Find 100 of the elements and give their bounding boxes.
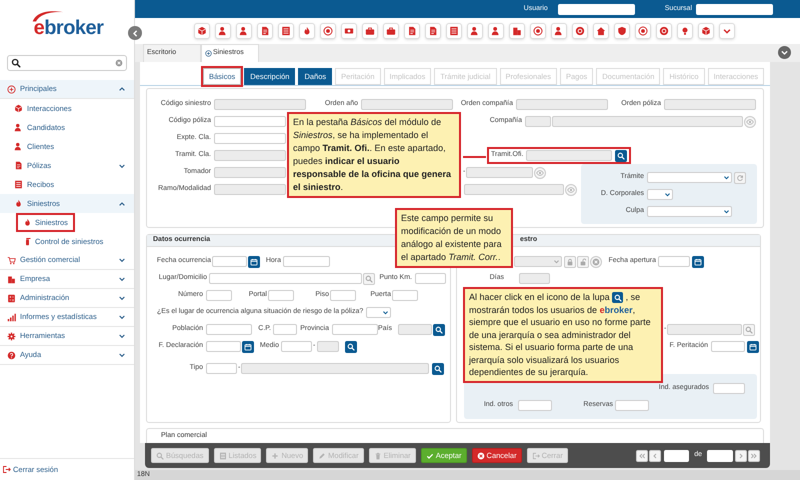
module-button[interactable] [719,23,735,39]
module-button[interactable] [593,23,609,39]
module-button[interactable] [404,23,420,39]
search-button[interactable] [433,324,445,336]
input-field[interactable] [268,290,294,301]
module-button[interactable] [467,23,483,39]
check-icon [426,452,434,460]
search-button[interactable] [615,150,628,162]
logout-icon [2,465,11,474]
calendar-button[interactable] [692,256,704,268]
input-field[interactable] [711,341,745,352]
module-button[interactable] [635,23,651,39]
module-button[interactable] [215,23,231,39]
module-button[interactable] [488,23,504,39]
chevron-down-icon [780,48,789,57]
module-button[interactable] [677,23,693,39]
input-field[interactable] [664,450,690,462]
module-button[interactable] [530,23,546,39]
chevron-down-icon [118,275,126,283]
input-field[interactable] [713,383,745,394]
module-button[interactable] [341,23,357,39]
readonly-field [214,184,286,195]
module-button[interactable] [698,23,714,39]
input-field[interactable] [206,290,232,301]
last-page-button[interactable] [748,450,760,462]
coin-icon [659,26,669,36]
input-field[interactable] [658,256,690,267]
readonly-field [398,324,432,335]
search-icon [156,452,164,460]
target-icon [323,26,333,36]
input-field[interactable] [558,4,635,14]
chevron-down-icon [553,258,560,265]
calendar-icon [749,342,757,350]
select-field[interactable] [647,189,673,200]
extinguisher-icon [23,237,32,246]
input-field[interactable] [212,256,247,267]
first-page-button[interactable] [636,450,648,462]
input-field[interactable] [206,341,241,352]
calendar-button[interactable] [747,340,759,352]
input-field[interactable] [206,324,252,335]
module-button[interactable] [446,23,462,39]
module-button[interactable] [320,23,336,39]
select-field[interactable] [647,206,732,217]
input-field[interactable] [206,363,237,374]
list-icon [14,180,23,189]
input-field[interactable] [707,450,733,462]
module-button[interactable] [278,23,294,39]
module-button[interactable] [572,23,588,39]
chevron-down-icon [382,309,390,316]
input-field[interactable] [273,324,297,335]
module-button[interactable] [383,23,399,39]
banknote-icon [344,26,354,36]
input-field[interactable] [615,400,649,411]
cancel-icon [476,452,485,460]
next-button[interactable] [735,450,747,462]
module-button[interactable] [509,23,525,39]
input-field[interactable] [330,290,356,301]
search-button[interactable] [432,362,444,374]
calendar-button[interactable] [248,256,260,268]
module-button[interactable] [425,23,441,39]
search-icon [612,292,624,304]
search-button[interactable] [345,340,358,352]
document-icon [428,26,438,36]
search-icon [617,152,626,160]
select-field[interactable] [366,307,392,318]
chevron-down-icon [118,294,126,302]
input-field[interactable] [281,341,312,352]
select-field[interactable] [514,256,562,267]
input-field[interactable] [518,400,552,411]
calendar-button[interactable] [242,340,254,352]
previous-button[interactable] [649,450,662,462]
flame-icon [302,26,312,36]
module-button[interactable] [299,23,315,39]
module-button[interactable] [362,23,378,39]
bar-chart-icon [7,312,16,322]
input-field[interactable] [415,273,446,284]
input-field[interactable] [214,133,286,144]
module-button[interactable] [194,23,210,39]
input-field[interactable] [214,116,286,127]
input-field[interactable] [332,324,378,335]
person-icon [14,123,23,132]
search-icon [11,58,21,68]
module-button[interactable] [614,23,630,39]
module-button[interactable] [257,23,273,39]
lock-icon [566,258,574,266]
person-icon [239,26,249,36]
briefcase-icon [365,26,375,36]
cube-icon [14,104,23,113]
input-field[interactable] [209,273,362,284]
module-button[interactable] [236,23,252,39]
search-icon [745,326,754,334]
input-field[interactable] [392,290,418,301]
callout-text: En la pestaña Básicos del módulo de Siniestros, se ha implementado el campo Tramit. Ofi.. En este apartado, puedes indicar el usuario responsable de la oficina que genera el siniestro. [293,116,452,194]
input-field[interactable] [696,4,773,14]
search-field[interactable] [7,55,127,71]
module-button[interactable] [551,23,567,39]
first-page-icon [638,452,646,460]
select-field[interactable] [647,172,732,183]
module-button[interactable] [656,23,672,39]
input-field[interactable] [283,256,330,267]
